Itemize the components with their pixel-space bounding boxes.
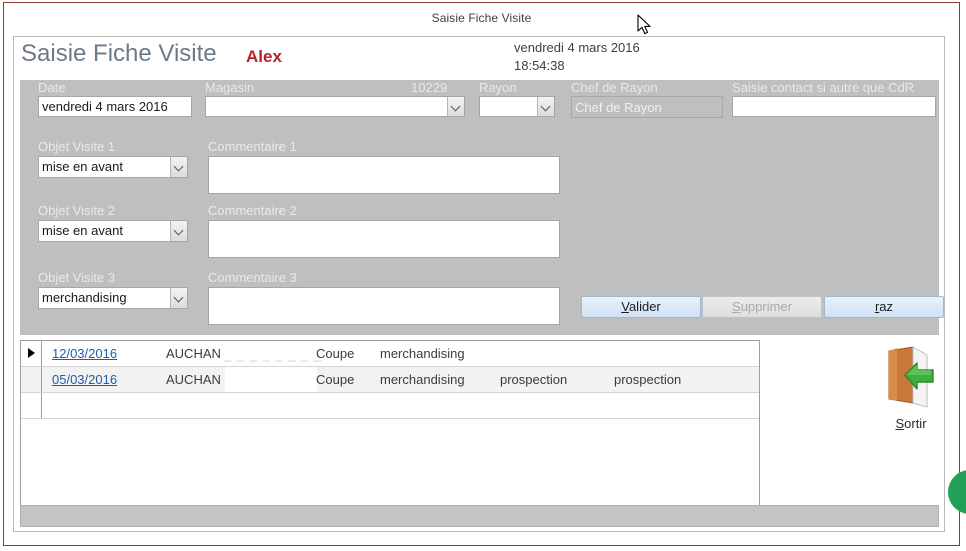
table-row[interactable] xyxy=(21,393,759,419)
window-title-bar: Saisie Fiche Visite xyxy=(4,3,959,36)
supprimer-button[interactable]: Supprimer xyxy=(702,296,822,318)
objet-visite-1-combo[interactable]: mise en avant xyxy=(38,156,188,178)
visits-datasheet[interactable]: 12/03/2016 AUCHAN _ _ _ _ _ _ _ _ Coupe … xyxy=(20,340,760,520)
supprimer-accel: S xyxy=(732,299,741,314)
row-objet-1: merchandising xyxy=(380,346,465,361)
chevron-down-icon[interactable] xyxy=(170,221,187,241)
magasin-label: Magasin xyxy=(205,80,255,95)
form-header: Saisie Fiche Visite Alex vendredi 4 mars… xyxy=(14,37,944,75)
sortir-accel: S xyxy=(895,416,905,431)
objet-visite-3-value: merchandising xyxy=(42,290,127,305)
contact-label: Saisie contact si autre que CdR xyxy=(732,80,915,95)
valider-button[interactable]: Valider xyxy=(581,296,701,318)
commentaire-2-input[interactable] xyxy=(208,220,560,258)
commentaire-1-label: Commentaire 1 xyxy=(208,139,297,154)
objet-visite-3-combo[interactable]: merchandising xyxy=(38,287,188,309)
header-date-text: vendredi 4 mars 2016 xyxy=(514,40,640,55)
rayon-label: Rayon xyxy=(479,80,517,95)
contact-input[interactable] xyxy=(732,96,936,117)
date-label: Date xyxy=(38,80,66,95)
current-record-arrow-icon xyxy=(28,348,35,358)
sortir-button[interactable]: Sortir xyxy=(875,345,944,431)
record-selector[interactable] xyxy=(21,367,42,392)
chevron-down-icon[interactable] xyxy=(447,97,464,116)
valider-rest: alider xyxy=(628,299,661,314)
magasin-code-label: 10229 xyxy=(411,80,448,95)
data-entry-region: Date Magasin 10229 Rayon Chef de Rayon C… xyxy=(20,80,944,335)
row-magasin-repaint-artifact: _ _ _ _ _ _ _ _ xyxy=(224,347,323,362)
window-title-text: Saisie Fiche Visite xyxy=(431,11,532,25)
row-objet-3: prospection xyxy=(614,372,682,387)
objet-visite-1-value: mise en avant xyxy=(42,159,123,174)
raz-button[interactable]: raz xyxy=(824,296,944,318)
valider-accel: V xyxy=(621,299,629,314)
commentaire-2-label: Commentaire 2 xyxy=(208,203,297,218)
rayon-combo[interactable] xyxy=(479,96,555,117)
application-window: Saisie Fiche Visite Saisie Fiche Visite … xyxy=(3,2,960,546)
objet-visite-3-label: Objet Visite 3 xyxy=(38,270,116,285)
chevron-down-icon[interactable] xyxy=(170,288,187,308)
sortir-label: Sortir xyxy=(875,416,944,431)
chevron-down-icon[interactable] xyxy=(170,157,187,177)
table-row[interactable]: 05/03/2016 AUCHAN Coupe merchandising pr… xyxy=(21,367,759,393)
form-footer-strip xyxy=(20,505,939,527)
raz-rest: az xyxy=(879,299,894,314)
objet-visite-2-combo[interactable]: mise en avant xyxy=(38,220,188,242)
objet-visite-1-label: Objet Visite 1 xyxy=(38,139,116,154)
commentaire-3-label: Commentaire 3 xyxy=(208,270,297,285)
magasin-combo[interactable] xyxy=(205,96,465,117)
objet-visite-2-value: mise en avant xyxy=(42,223,123,238)
commentaire-3-input[interactable] xyxy=(208,287,560,325)
row-rayon: Coupe xyxy=(316,346,355,361)
date-input[interactable] xyxy=(38,96,192,117)
record-selector[interactable] xyxy=(21,341,42,366)
header-time-text: 18:54:38 xyxy=(514,58,565,73)
chevron-down-icon[interactable] xyxy=(537,97,554,116)
record-selector[interactable] xyxy=(21,393,42,418)
chef-de-rayon-label: Chef de Rayon xyxy=(571,80,658,95)
row-magasin: AUCHAN xyxy=(166,346,221,361)
exit-door-icon xyxy=(888,346,934,408)
row-magasin-repaint-artifact xyxy=(225,367,317,392)
sortir-rest: ortir xyxy=(904,416,927,431)
row-date[interactable]: 05/03/2016 xyxy=(52,372,157,387)
row-objet-1: merchandising xyxy=(380,372,465,387)
chef-de-rayon-field[interactable]: Chef de Rayon xyxy=(571,96,723,118)
row-date[interactable]: 12/03/2016 xyxy=(52,346,157,361)
form-panel: Saisie Fiche Visite Alex vendredi 4 mars… xyxy=(13,36,945,532)
row-magasin: AUCHAN xyxy=(166,372,221,387)
objet-visite-2-label: Objet Visite 2 xyxy=(38,203,116,218)
commentaire-1-input[interactable] xyxy=(208,156,560,194)
supprimer-rest: upprimer xyxy=(740,299,792,314)
table-row[interactable]: 12/03/2016 AUCHAN _ _ _ _ _ _ _ _ Coupe … xyxy=(21,341,759,367)
row-objet-2: prospection xyxy=(500,372,568,387)
current-user-label: Alex xyxy=(246,47,282,66)
row-rayon: Coupe xyxy=(316,372,355,387)
page-title: Saisie Fiche Visite xyxy=(21,40,217,67)
